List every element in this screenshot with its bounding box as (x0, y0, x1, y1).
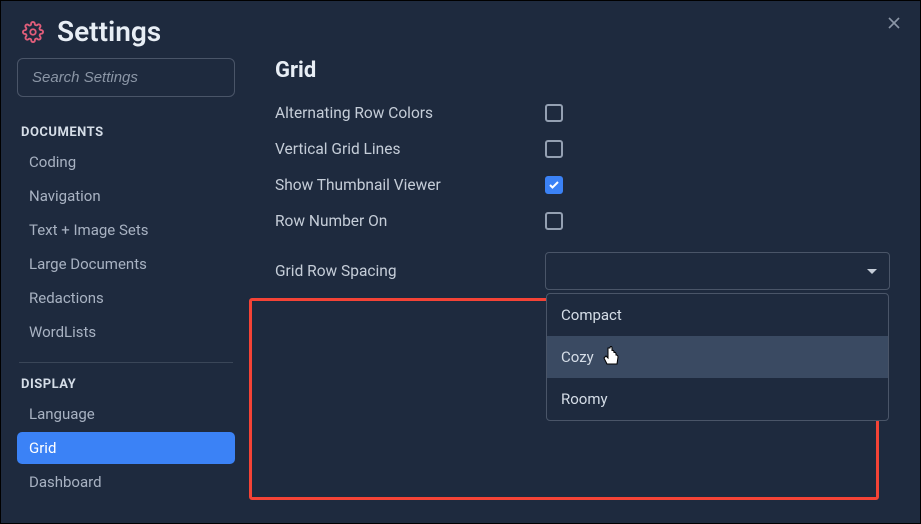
checkbox-alternating-row-colors[interactable] (545, 104, 563, 122)
sidebar-item-grid[interactable]: Grid (17, 432, 235, 464)
setting-label: Row Number On (275, 212, 545, 230)
sidebar-item-navigation[interactable]: Navigation (17, 180, 235, 212)
checkbox-show-thumbnail-viewer[interactable] (545, 176, 563, 194)
sidebar-section-label: DOCUMENTS (21, 125, 235, 140)
dropdown-option-compact[interactable]: Compact (547, 294, 888, 336)
grid-row-spacing-select[interactable]: CompactCozyRoomy (545, 252, 890, 290)
page-title: Settings (57, 15, 161, 48)
checkbox-row-number-on[interactable] (545, 212, 563, 230)
dropdown-option-cozy[interactable]: Cozy (547, 336, 888, 378)
sidebar-item-redactions[interactable]: Redactions (17, 282, 235, 314)
row-spacing-label: Grid Row Spacing (275, 262, 545, 280)
sidebar: DOCUMENTS CodingNavigationText + Image Se… (1, 58, 251, 520)
sidebar-item-dashboard[interactable]: Dashboard (17, 466, 235, 498)
sidebar-item-text-image-sets[interactable]: Text + Image Sets (17, 214, 235, 246)
setting-label: Alternating Row Colors (275, 104, 545, 122)
setting-label: Vertical Grid Lines (275, 140, 545, 158)
divider (19, 362, 233, 363)
close-icon[interactable] (884, 13, 904, 33)
grid-row-spacing-dropdown: CompactCozyRoomy (546, 293, 889, 421)
section-title: Grid (275, 58, 904, 83)
sidebar-item-wordlists[interactable]: WordLists (17, 316, 235, 348)
search-input[interactable] (17, 58, 235, 97)
dropdown-option-roomy[interactable]: Roomy (547, 378, 888, 420)
checkbox-vertical-grid-lines[interactable] (545, 140, 563, 158)
sidebar-item-coding[interactable]: Coding (17, 146, 235, 178)
sidebar-item-large-documents[interactable]: Large Documents (17, 248, 235, 280)
sidebar-section-label: DISPLAY (21, 377, 235, 392)
cursor-pointer-icon (602, 346, 622, 372)
main-panel: Grid Alternating Row Colors Vertical Grid… (251, 58, 920, 520)
sidebar-item-language[interactable]: Language (17, 398, 235, 430)
gear-icon (21, 20, 45, 44)
chevron-down-icon (867, 269, 877, 274)
setting-label: Show Thumbnail Viewer (275, 176, 545, 194)
